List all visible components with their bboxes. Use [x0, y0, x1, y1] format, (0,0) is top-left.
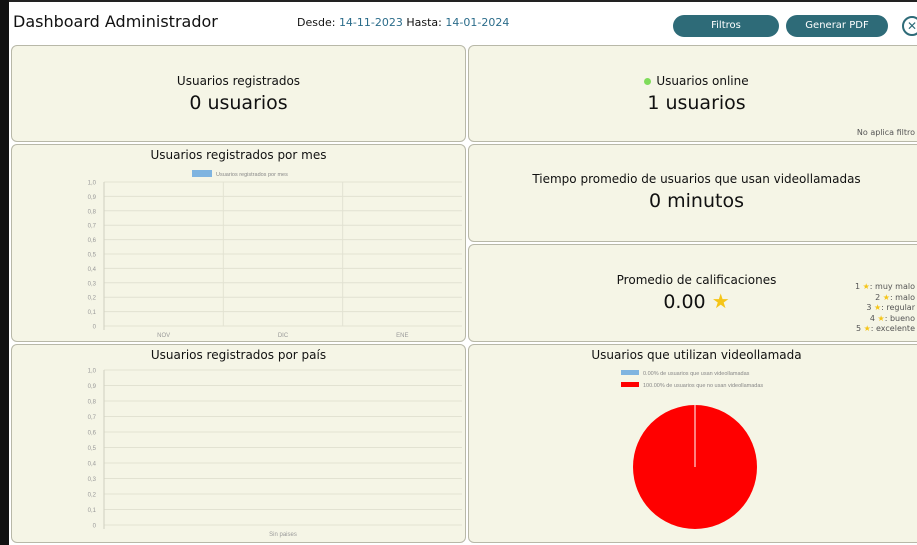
legend-swatch	[621, 382, 639, 387]
legend-label: Usuarios registrados por mes	[216, 172, 288, 178]
hasta-label: Hasta:	[406, 16, 442, 29]
card-usuarios-registrados: Usuarios registrados 0 usuarios	[11, 45, 466, 142]
y-tick-label: 0,4	[88, 462, 97, 468]
x-tick-label: Sin paises	[269, 532, 297, 538]
filtros-button[interactable]: Filtros	[673, 15, 779, 37]
y-tick-label: 0,2	[88, 296, 97, 302]
y-tick-label: 0,4	[88, 267, 97, 273]
y-tick-label: 0,3	[88, 281, 97, 287]
card-title: Promedio de calificaciones	[616, 273, 777, 287]
x-tick-label: ENE	[396, 333, 408, 339]
chart-usuarios-por-pais: Usuarios registrados por país 0 0,1 0,2 0,3…	[11, 344, 466, 543]
y-tick-label: 0,3	[88, 477, 97, 483]
legend-swatch	[192, 170, 212, 177]
rating-scale-item: 2 ★: malo	[875, 292, 915, 302]
card-usuarios-online: Usuarios online 1 usuarios No aplica fil…	[468, 45, 917, 142]
left-border	[0, 0, 9, 545]
rating-value: 0.00	[663, 291, 706, 313]
star-icon: ★	[877, 313, 885, 323]
star-icon: ★	[863, 324, 871, 333]
legend-swatch	[621, 370, 639, 375]
online-dot-icon	[644, 78, 652, 85]
y-tick-label: 0	[93, 325, 97, 331]
card-value: 0 usuarios	[189, 92, 288, 114]
date-range: Desde: 14-11-2023 Hasta: 14-01-2024	[297, 16, 509, 29]
card-title: Usuarios registrados	[176, 74, 301, 88]
star-icon: ★	[711, 289, 730, 313]
legend-label: 100.00% de usuarios que no usan videolla…	[643, 383, 763, 389]
card-value: 1 usuarios	[647, 92, 746, 114]
desde-label: Desde:	[297, 16, 336, 29]
y-tick-label: 0,8	[88, 400, 97, 406]
desde-value: 14-11-2023	[338, 16, 403, 29]
rating-scale-item: 3 ★: regular	[866, 303, 915, 312]
x-tick-label: NOV	[157, 333, 170, 339]
close-circle-icon[interactable]: ✕	[902, 16, 917, 36]
y-tick-label: 0,7	[88, 224, 97, 230]
bar-chart-pais: 0 0,1 0,2 0,3 0,4 0,5 0,6 0,7 0,8 0,9 1,0 Sin paise…	[88, 369, 462, 538]
rating-scale-item: 1 ★: muy malo	[854, 282, 915, 291]
y-tick-label: 0,7	[88, 415, 97, 421]
chart-usuarios-por-mes: Usuarios registrados por mes 0 0,1 0,2 0,3 0…	[11, 144, 466, 342]
y-tick-label: 0,1	[88, 508, 97, 514]
card-title: Usuarios online	[656, 74, 749, 88]
y-tick-label: 0,9	[88, 195, 97, 201]
y-tick-label: 0,5	[88, 446, 97, 452]
star-icon: ★	[862, 282, 870, 291]
hasta-value: 14-01-2024	[445, 16, 510, 29]
x-tick-label: DIC	[278, 333, 289, 339]
y-tick-label: 0,9	[88, 384, 97, 390]
y-tick-label: 1,0	[88, 369, 97, 375]
y-tick-label: 0,1	[88, 310, 97, 316]
chart-videollamada: Usuarios que utilizan videollamada 0.00%…	[468, 344, 917, 543]
pie-chart-videollamada: 0.00% de usuarios que usan videollamadas…	[621, 370, 763, 529]
rating-row: 0.00 ★	[469, 289, 917, 313]
rating-scale-item: 4 ★: bueno	[869, 313, 915, 323]
card-title-row: Usuarios online	[469, 74, 917, 88]
card-value: 0 minutos	[649, 190, 744, 212]
y-tick-label: 0,2	[88, 493, 97, 499]
page-title: Dashboard Administrador	[13, 12, 218, 31]
card-promedio-calificaciones: Promedio de calificaciones 0.00 ★ 1 ★: m…	[468, 244, 917, 342]
y-tick-label: 0,5	[88, 253, 97, 259]
bar-chart-mes: 0 0,1 0,2 0,3 0,4 0,5 0,6 0,7 0,8 0,9 1,0 NOV DIC ENE…	[88, 170, 462, 339]
generar-pdf-button[interactable]: Generar PDF	[786, 15, 888, 37]
y-tick-label: 0,6	[88, 431, 97, 437]
y-tick-label: 0,8	[88, 209, 97, 215]
legend-label: 0.00% de usuarios que usan videollamadas	[643, 371, 750, 377]
card-title: Tiempo promedio de usuarios que usan vid…	[532, 172, 861, 186]
header-bar: Dashboard Administrador Desde: 14-11-202…	[9, 2, 917, 44]
card-tiempo-promedio: Tiempo promedio de usuarios que usan vid…	[468, 144, 917, 242]
y-tick-label: 1,0	[88, 181, 97, 187]
rating-scale: 1 ★: muy malo 2 ★: malo 3 ★: regular 4 ★…	[855, 282, 915, 335]
y-tick-label: 0,6	[88, 238, 97, 244]
online-note: No aplica filtro	[856, 128, 915, 137]
rating-scale-item: 5 ★: excelente	[855, 324, 915, 333]
y-tick-label: 0	[93, 524, 97, 530]
star-icon: ★	[882, 292, 890, 302]
